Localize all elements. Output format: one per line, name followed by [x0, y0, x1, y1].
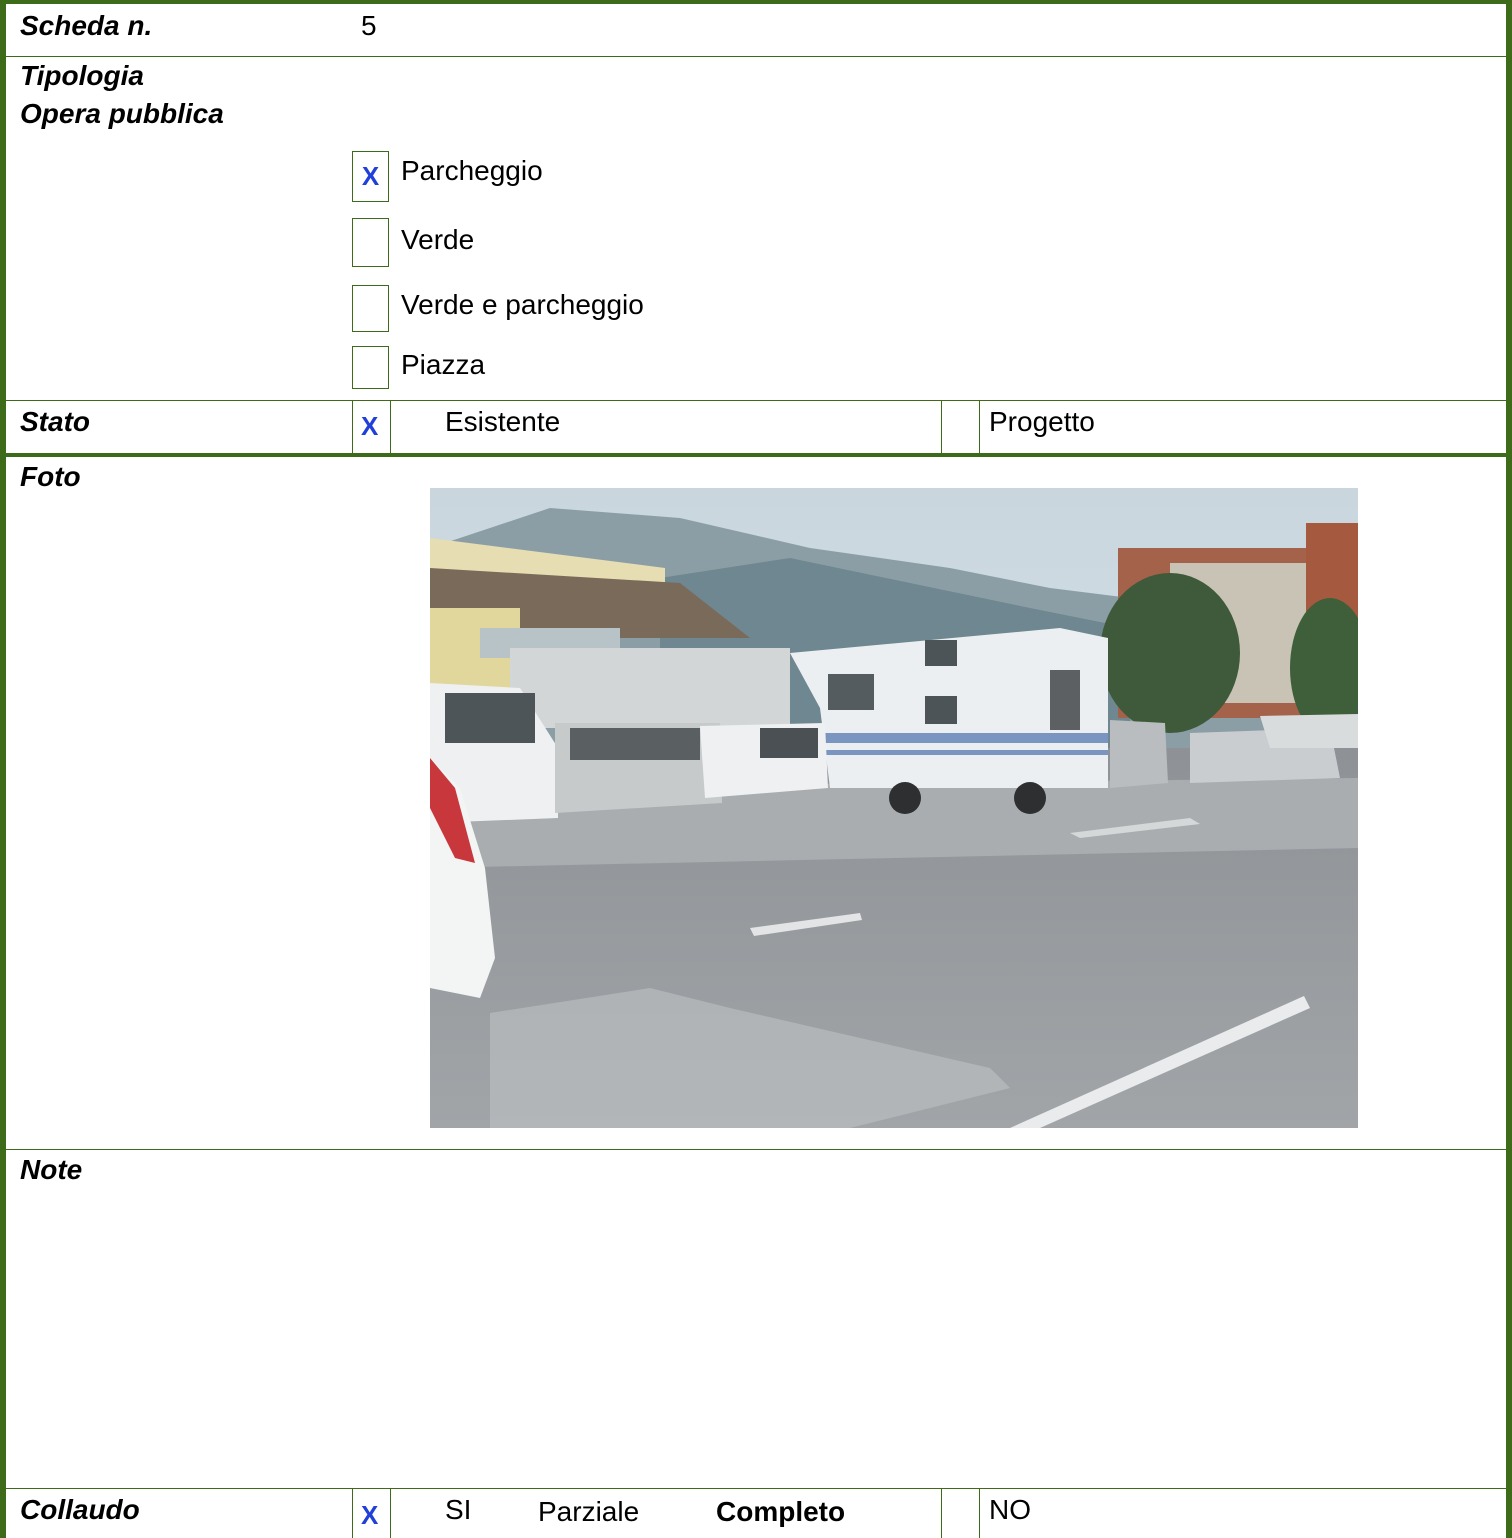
parking-photo: [430, 488, 1358, 1128]
checkbox-piazza[interactable]: [352, 346, 389, 389]
collaudo-parziale: Parziale: [538, 1496, 640, 1527]
stato-label: Stato: [20, 406, 90, 437]
divider: [6, 453, 1506, 457]
divider: [6, 1488, 1506, 1489]
option-piazza: Piazza: [401, 349, 486, 380]
divider: [6, 1149, 1506, 1150]
divider: [352, 400, 353, 453]
collaudo-si-mark[interactable]: X: [361, 1500, 378, 1531]
divider: [390, 400, 391, 453]
divider: [352, 1488, 353, 1538]
checkbox-parcheggio[interactable]: X: [352, 151, 389, 202]
scheda-label: Scheda n.: [20, 10, 153, 41]
option-verde: Verde: [401, 224, 475, 255]
divider: [941, 400, 942, 453]
note-label: Note: [20, 1154, 83, 1185]
checkbox-verde[interactable]: [352, 218, 389, 267]
divider: [941, 1488, 942, 1538]
collaudo-no: NO: [989, 1494, 1031, 1525]
divider: [390, 1488, 391, 1538]
opera-pubblica-label: Opera pubblica: [20, 98, 224, 129]
stato-esistente: Esistente: [445, 406, 561, 437]
stato-progetto: Progetto: [989, 406, 1095, 437]
foto-label: Foto: [20, 461, 81, 492]
collaudo-si: SI: [445, 1494, 472, 1525]
divider: [979, 400, 980, 453]
divider: [6, 56, 1506, 57]
tipologia-label: Tipologia: [20, 60, 144, 91]
stato-esistente-mark[interactable]: X: [361, 411, 378, 442]
scheda-number: 5: [361, 10, 377, 41]
divider: [6, 400, 1506, 401]
divider: [979, 1488, 980, 1538]
option-parcheggio: Parcheggio: [401, 155, 543, 186]
checkbox-verde-e-parcheggio[interactable]: [352, 285, 389, 332]
collaudo-label: Collaudo: [20, 1494, 140, 1525]
option-verde-e-parcheggio: Verde e parcheggio: [401, 289, 644, 320]
collaudo-completo: Completo: [716, 1496, 846, 1527]
